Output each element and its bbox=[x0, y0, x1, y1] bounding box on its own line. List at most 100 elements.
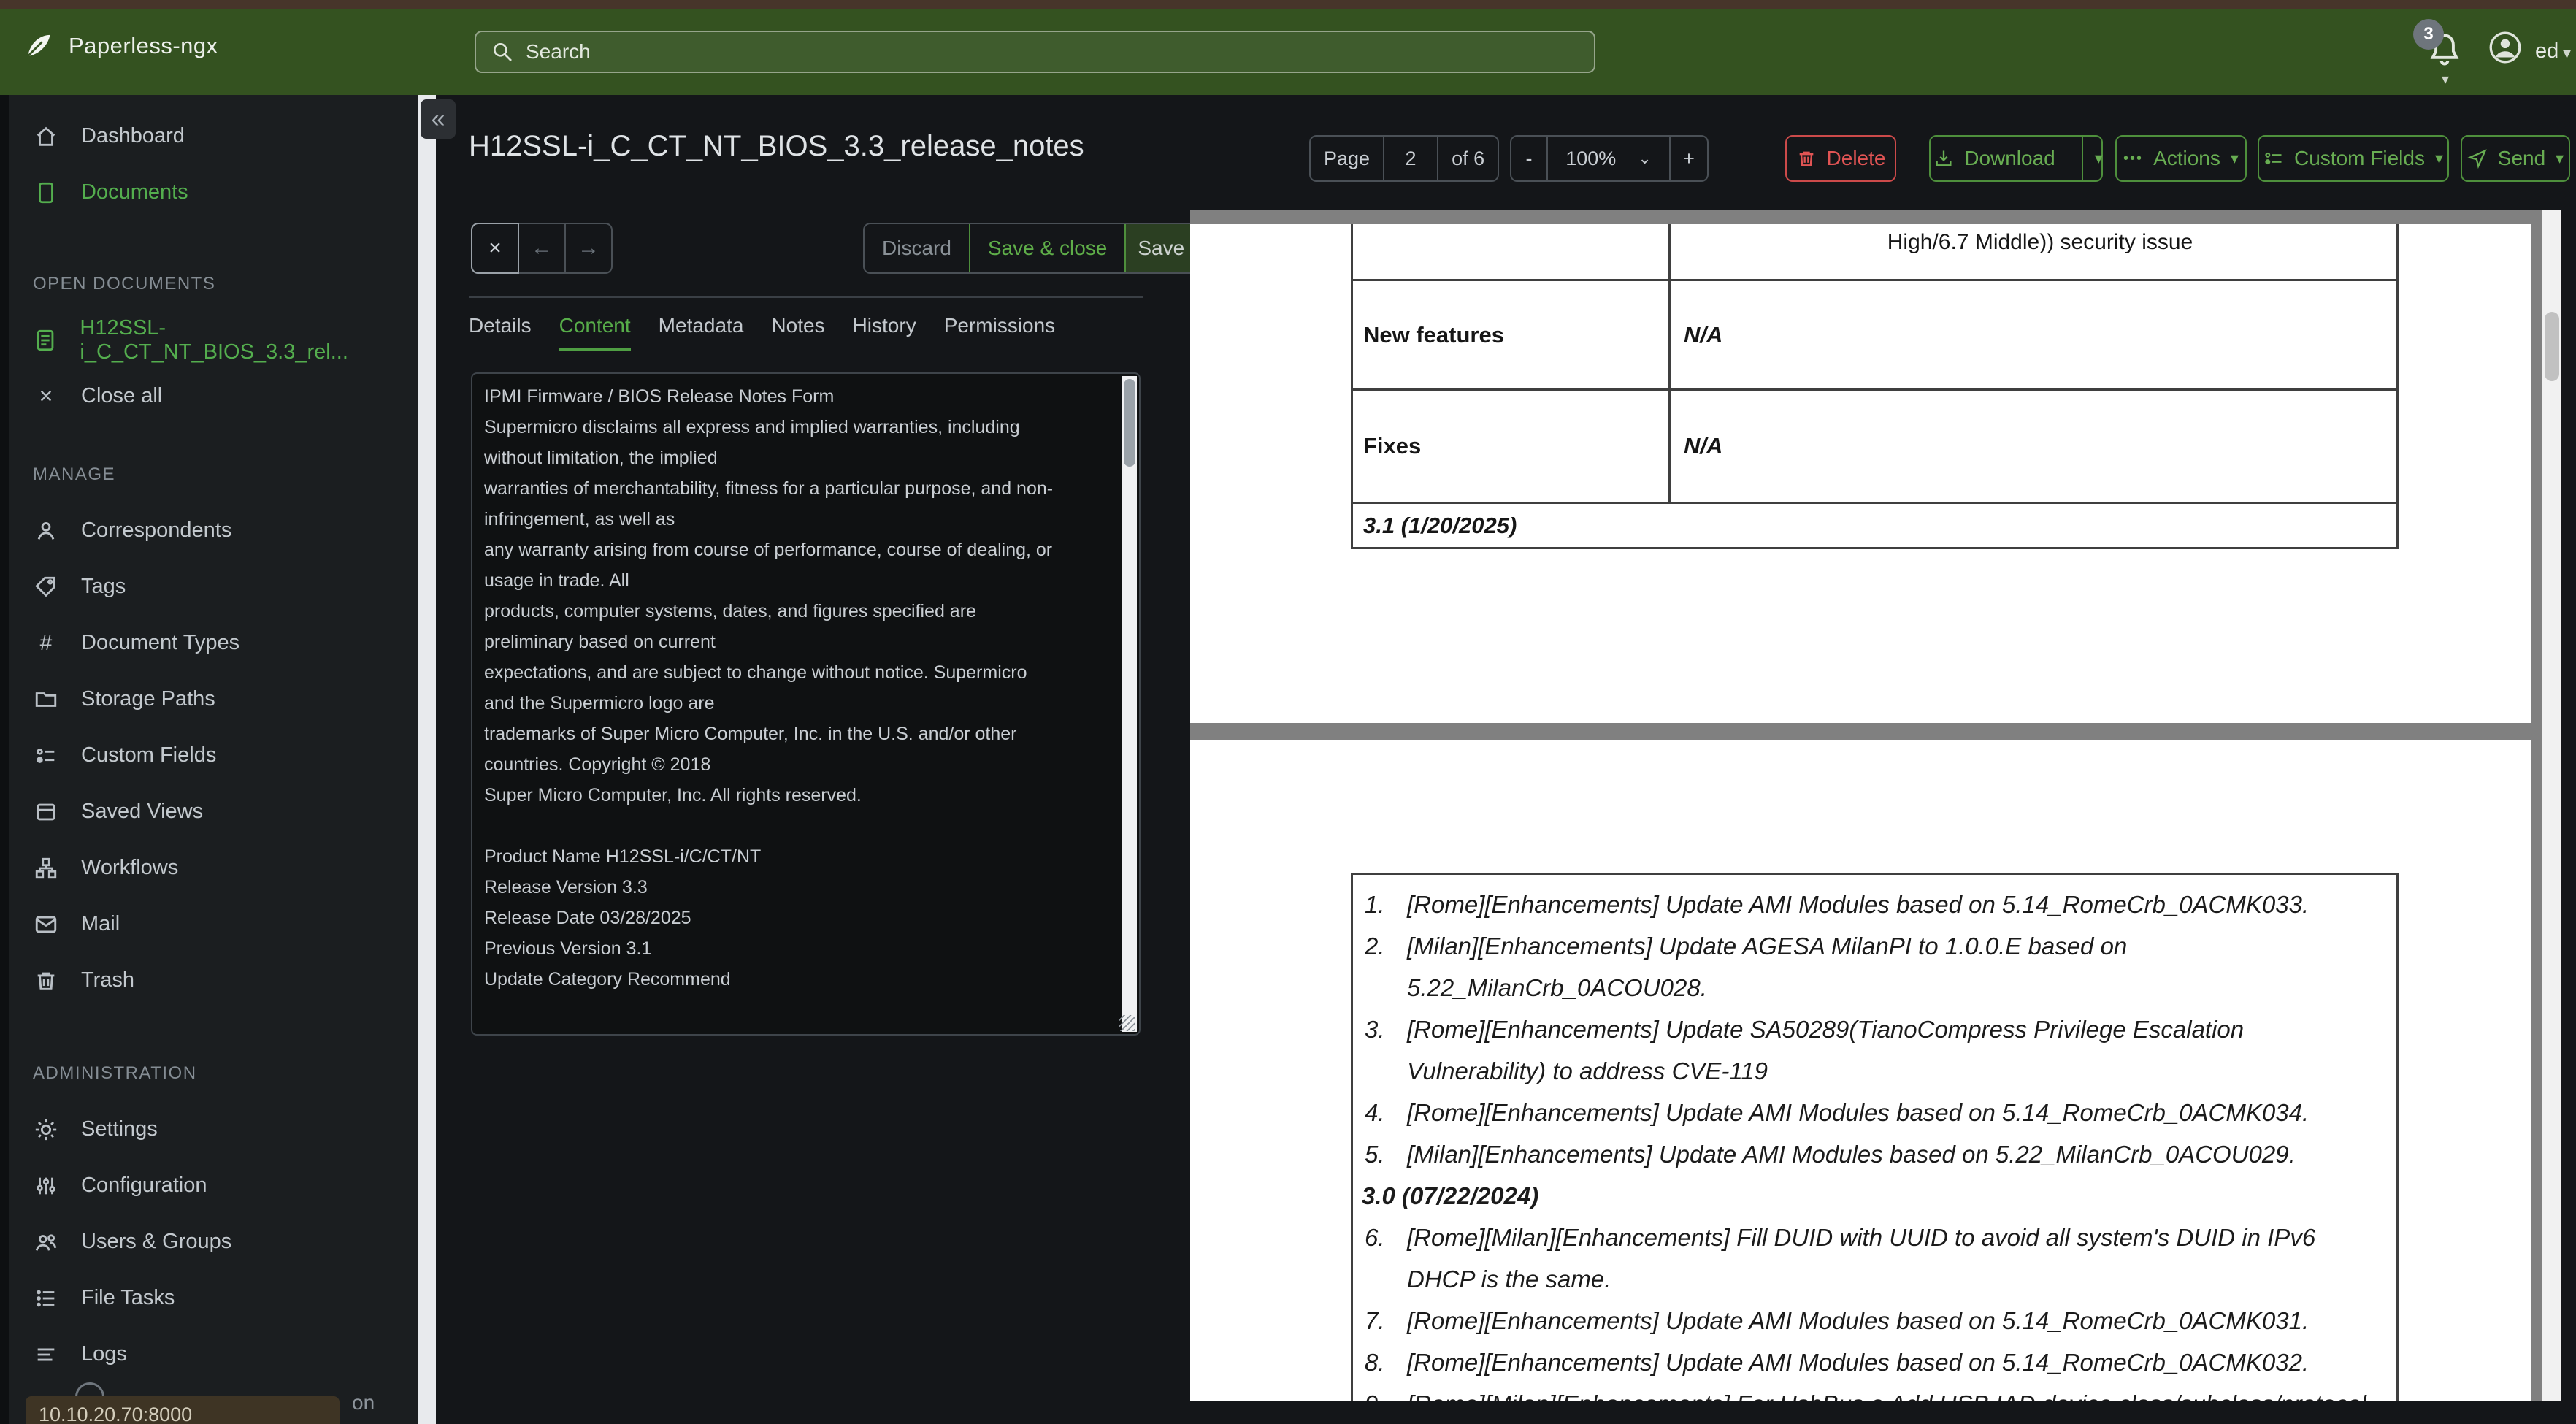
send-label: Send bbox=[2497, 147, 2546, 169]
sidebar-item-document-types[interactable]: # Document Types bbox=[9, 615, 418, 671]
collapse-panel-button[interactable]: « bbox=[421, 99, 456, 139]
save-and-close-button[interactable]: Save & close bbox=[968, 224, 1127, 272]
tag-icon bbox=[33, 575, 59, 600]
search-icon bbox=[491, 40, 514, 64]
sidebar-item-label: Users & Groups bbox=[81, 1230, 232, 1253]
download-split-button: Download ▾ bbox=[1929, 135, 2103, 182]
zoom-control-group: - 100% ⌄ + bbox=[1510, 135, 1709, 182]
sidebar-item-label: Storage Paths bbox=[81, 687, 215, 711]
user-menu[interactable]: ed bbox=[2535, 39, 2558, 64]
download-label: Download bbox=[1964, 147, 2055, 169]
list-number: 5. bbox=[1365, 1140, 1385, 1168]
sidebar-item-file-tasks[interactable]: File Tasks bbox=[9, 1270, 418, 1326]
custom-fields-label: Custom Fields bbox=[2294, 147, 2425, 169]
list-text: [Rome][Milan][Enhancements] For UsbBus e… bbox=[1407, 1390, 2366, 1401]
list-item: 1. [Rome][Enhancements] Update AMI Module… bbox=[1353, 884, 2396, 925]
open-documents-header: OPEN DOCUMENTS bbox=[33, 273, 216, 294]
sidebar-item-settings[interactable]: Settings bbox=[9, 1101, 418, 1157]
tab-notes[interactable]: Notes bbox=[771, 314, 824, 351]
administration-header: ADMINISTRATION bbox=[33, 1063, 197, 1083]
sidebar-item-users-groups[interactable]: Users & Groups bbox=[9, 1214, 418, 1270]
close-document-button[interactable]: × bbox=[471, 223, 519, 274]
textarea-scrollbar-thumb[interactable] bbox=[1124, 379, 1135, 467]
list-text: Vulnerability) to address CVE-119 bbox=[1407, 1057, 1768, 1084]
search-input[interactable]: Search bbox=[475, 31, 1595, 73]
top-navbar: Paperless-ngx Search 3 ▾ ed ▾ bbox=[0, 9, 2576, 95]
textarea-resize-handle[interactable] bbox=[1119, 1015, 1135, 1031]
table-cell-value: N/A bbox=[1684, 433, 1723, 459]
sidebar-item-dashboard[interactable]: Dashboard bbox=[9, 108, 418, 164]
page-number-input[interactable]: 2 bbox=[1384, 137, 1439, 180]
page-label: Page bbox=[1311, 137, 1385, 180]
sidebar-item-label: Document Types bbox=[81, 631, 240, 654]
download-button[interactable]: Download bbox=[1917, 137, 2071, 180]
list-item: 2. [Milan][Enhancements] Update AGESA Mil… bbox=[1353, 925, 2396, 967]
list-text: 5.22_MilanCrb_0ACOU028. bbox=[1407, 973, 1707, 1001]
sidebar-item-tags[interactable]: Tags bbox=[9, 559, 418, 615]
sidebar-item-logs[interactable]: Logs bbox=[9, 1326, 418, 1382]
sidebar-item-label: Custom Fields bbox=[81, 743, 217, 767]
user-avatar-icon[interactable] bbox=[2487, 29, 2523, 66]
send-icon bbox=[2466, 148, 2488, 169]
main-content: H12SSL-i_C_CT_NT_BIOS_3.3_release_notes … bbox=[438, 95, 2576, 1424]
table-row: New features N/A bbox=[1351, 281, 2399, 391]
pdf-page-2: 1. [Rome][Enhancements] Update AMI Module… bbox=[1190, 740, 2531, 1401]
sidebar-item-open-document[interactable]: H12SSL-i_C_CT_NT_BIOS_3.3_rel... bbox=[9, 312, 418, 368]
table-cell-value: N/A bbox=[1684, 321, 1723, 348]
list-number: 8. bbox=[1365, 1348, 1385, 1376]
pdf-changelog-box: 1. [Rome][Enhancements] Update AMI Module… bbox=[1351, 873, 2399, 1401]
previous-document-button[interactable]: ← bbox=[519, 224, 566, 272]
sidebar-item-custom-fields[interactable]: Custom Fields bbox=[9, 727, 418, 784]
delete-button[interactable]: Delete bbox=[1785, 135, 1896, 182]
sidebar-item-close-all[interactable]: × Close all bbox=[9, 368, 418, 424]
send-button[interactable]: Send ▾ bbox=[2461, 135, 2570, 182]
list-item: 7. [Rome][Enhancements] Update AMI Module… bbox=[1353, 1300, 2396, 1341]
tab-permissions[interactable]: Permissions bbox=[944, 314, 1055, 351]
actions-button[interactable]: ••• Actions ▾ bbox=[2115, 135, 2247, 182]
sidebar-item-mail[interactable]: Mail bbox=[9, 896, 418, 952]
list-item: 4. [Rome][Enhancements] Update AMI Module… bbox=[1353, 1092, 2396, 1133]
page-count-label: of 6 bbox=[1452, 147, 1485, 169]
tab-content[interactable]: Content bbox=[559, 314, 631, 351]
sidebar-item-configuration[interactable]: Configuration bbox=[9, 1157, 418, 1214]
textarea-scrollbar[interactable] bbox=[1122, 376, 1137, 1032]
table-cell: High/6.7 Middle)) security issue bbox=[1887, 230, 2193, 254]
sidebar-scrollbar[interactable] bbox=[418, 95, 436, 1424]
notifications-caret-icon: ▾ bbox=[2442, 72, 2450, 88]
save-button[interactable]: Save bbox=[1126, 224, 1197, 272]
sidebar-item-storage-paths[interactable]: Storage Paths bbox=[9, 671, 418, 727]
custom-fields-button[interactable]: Custom Fields ▾ bbox=[2258, 135, 2449, 182]
sidebar-item-label: Configuration bbox=[81, 1174, 207, 1197]
list-text: [Rome][Enhancements] Update AMI Modules … bbox=[1407, 890, 2309, 918]
list-item: DHCP is the same. bbox=[1353, 1258, 2396, 1300]
sidebar-item-correspondents[interactable]: Correspondents bbox=[9, 502, 418, 559]
zoom-out-button[interactable]: - bbox=[1511, 137, 1548, 180]
list-item: 8. [Rome][Enhancements] Update AMI Module… bbox=[1353, 1341, 2396, 1383]
zoom-level-select[interactable]: 100% ⌄ bbox=[1548, 137, 1671, 180]
content-textarea[interactable]: IPMI Firmware / BIOS Release Notes Form … bbox=[471, 372, 1141, 1036]
tab-metadata[interactable]: Metadata bbox=[659, 314, 744, 351]
app-logo[interactable]: Paperless-ngx bbox=[22, 30, 218, 62]
table-cell-label: New features bbox=[1353, 281, 1671, 388]
sidebar-item-documents[interactable]: Documents bbox=[9, 164, 418, 221]
sidebar-item-label: Correspondents bbox=[81, 518, 232, 542]
search-placeholder: Search bbox=[526, 40, 591, 63]
home-icon bbox=[33, 124, 59, 149]
zoom-in-button[interactable]: + bbox=[1671, 137, 1707, 180]
sidebar-item-saved-views[interactable]: Saved Views bbox=[9, 784, 418, 840]
discard-button[interactable]: Discard bbox=[865, 224, 969, 272]
custom-fields-icon bbox=[2263, 148, 2284, 169]
pdf-scrollbar-thumb[interactable] bbox=[2545, 312, 2559, 381]
table-cell-label: Fixes bbox=[1353, 391, 1671, 502]
sidebar-item-trash[interactable]: Trash bbox=[9, 952, 418, 1008]
page-control-group: Page 2 of 6 bbox=[1309, 135, 1500, 182]
list-number: 2. bbox=[1365, 932, 1385, 960]
download-options-button[interactable]: ▾ bbox=[2081, 137, 2115, 180]
list-number: 1. bbox=[1365, 890, 1385, 918]
tab-history[interactable]: History bbox=[853, 314, 916, 351]
sidebar-item-workflows[interactable]: Workflows bbox=[9, 840, 418, 896]
next-document-button[interactable]: → bbox=[566, 224, 611, 272]
pdf-scrollbar[interactable] bbox=[2542, 210, 2561, 1401]
document-icon bbox=[33, 180, 59, 205]
tab-details[interactable]: Details bbox=[469, 314, 532, 351]
